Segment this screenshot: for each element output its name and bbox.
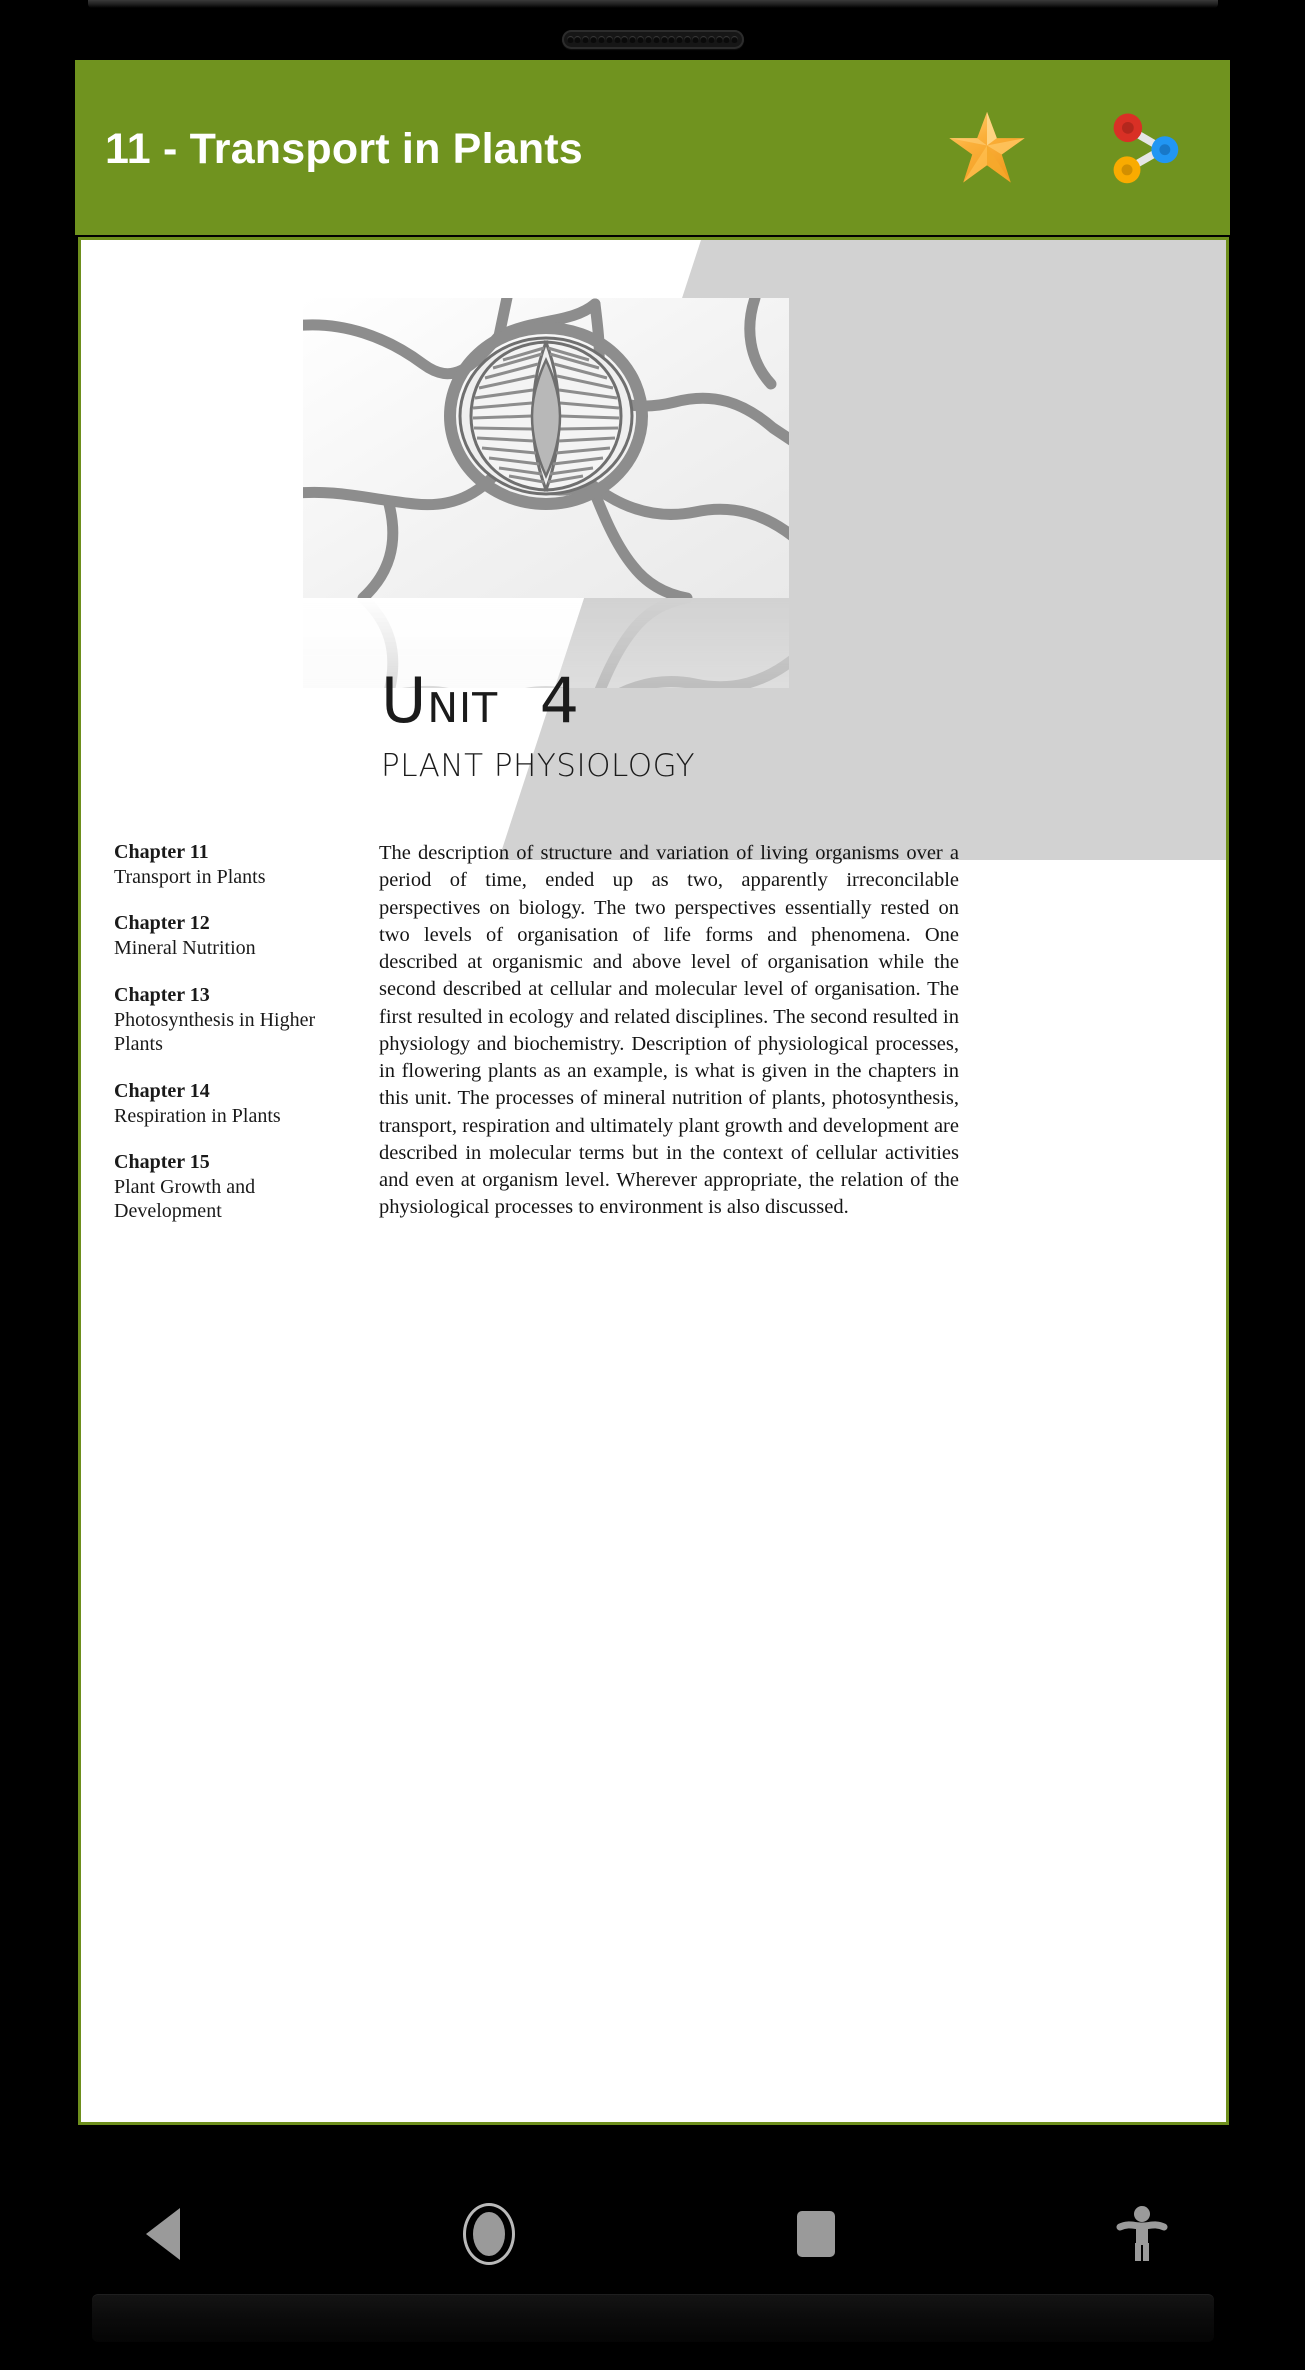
nav-recents-button[interactable]: [653, 2174, 979, 2294]
page-title: 11 - Transport in Plants: [105, 125, 583, 173]
list-item[interactable]: Chapter 13 Photosynthesis in Higher Plan…: [114, 983, 336, 1057]
chapter-number: Chapter 13: [114, 983, 210, 1006]
device-bottom-bezel: [92, 2294, 1214, 2342]
chapter-list: Chapter 11 Transport in Plants Chapter 1…: [114, 840, 336, 1246]
speaker-hole: [715, 36, 723, 43]
share-icon: [1113, 113, 1179, 183]
unit-intro-paragraph: The description of structure and variati…: [379, 842, 959, 1219]
chapter-name: Plant Growth and Development: [114, 1175, 256, 1223]
unit-number: 4: [539, 664, 581, 737]
list-item[interactable]: Chapter 12 Mineral Nutrition: [114, 911, 336, 960]
nav-accessibility-button[interactable]: [979, 2174, 1305, 2294]
speaker-hole: [566, 36, 574, 43]
unit-subtitle: PLANT PHYSIOLOGY: [381, 748, 696, 784]
unit-title: UNIT 4: [381, 670, 1001, 732]
device-shell: 11 - Transport in Plants UNIT 4 PLANT PH…: [0, 0, 1305, 2370]
speaker-hole: [731, 36, 739, 43]
speaker-hole: [660, 36, 668, 43]
stomata-diagram-image: [303, 298, 789, 598]
speaker-grille: [561, 30, 744, 49]
speaker-hole: [644, 36, 652, 43]
app-header: 11 - Transport in Plants: [75, 60, 1230, 235]
speaker-hole: [613, 36, 621, 43]
recents-square-icon: [796, 2211, 835, 2257]
chapter-name: Respiration in Plants: [114, 1104, 281, 1127]
header-actions: [944, 105, 1208, 191]
accessibility-icon: [1116, 2206, 1168, 2261]
book-page[interactable]: UNIT 4 PLANT PHYSIOLOGY Chapter 11 Trans…: [78, 237, 1229, 2125]
speaker-hole: [692, 36, 699, 43]
unit-title-rest: NIT: [427, 684, 499, 732]
bookmark-star-button[interactable]: [944, 105, 1030, 191]
chapter-number: Chapter 12: [114, 912, 210, 935]
star-icon: [949, 111, 1025, 182]
speaker-hole: [699, 36, 707, 43]
speaker-hole: [652, 36, 660, 43]
speaker-hole: [637, 36, 645, 43]
list-item[interactable]: Chapter 15 Plant Growth and Development: [114, 1150, 336, 1224]
speaker-hole: [590, 36, 598, 43]
stomata-svg: [303, 298, 789, 598]
back-triangle-icon: [146, 2208, 181, 2260]
speaker-hole: [723, 36, 731, 43]
home-circle-icon: [463, 2203, 516, 2265]
chapter-name: Mineral Nutrition: [114, 937, 256, 960]
speaker-hole: [597, 36, 605, 43]
speaker-hole: [582, 36, 590, 43]
unit-heading-block: UNIT 4 PLANT PHYSIOLOGY: [381, 670, 1001, 785]
book-page-content: UNIT 4 PLANT PHYSIOLOGY Chapter 11 Trans…: [81, 240, 1226, 2122]
speaker-hole: [574, 36, 582, 43]
list-item[interactable]: Chapter 11 Transport in Plants: [114, 840, 336, 889]
chapter-number: Chapter 14: [114, 1079, 210, 1102]
chapter-name: Transport in Plants: [114, 866, 266, 888]
speaker-hole: [629, 36, 637, 43]
speaker-hole: [684, 36, 692, 43]
stomata-figure: [303, 298, 789, 688]
list-item[interactable]: Chapter 14 Respiration in Plants: [114, 1079, 336, 1128]
share-button[interactable]: [1100, 105, 1186, 191]
nav-home-button[interactable]: [326, 2174, 652, 2294]
speaker-hole: [668, 36, 676, 43]
nav-back-button[interactable]: [0, 2174, 326, 2294]
speaker-hole: [605, 36, 613, 43]
speaker-hole: [707, 36, 715, 43]
chapter-name: Photosynthesis in Higher Plants: [114, 1008, 316, 1056]
chapter-number: Chapter 15: [114, 1150, 210, 1173]
speaker-hole: [621, 36, 629, 43]
unit-title-lead: U: [381, 664, 428, 737]
app-window: 11 - Transport in Plants UNIT 4 PLANT PH…: [75, 60, 1230, 2125]
android-navigation-bar: [0, 2174, 1305, 2294]
speaker-hole: [676, 36, 684, 43]
chapter-number: Chapter 11: [114, 841, 209, 863]
device-top-bezel: [88, 0, 1218, 8]
